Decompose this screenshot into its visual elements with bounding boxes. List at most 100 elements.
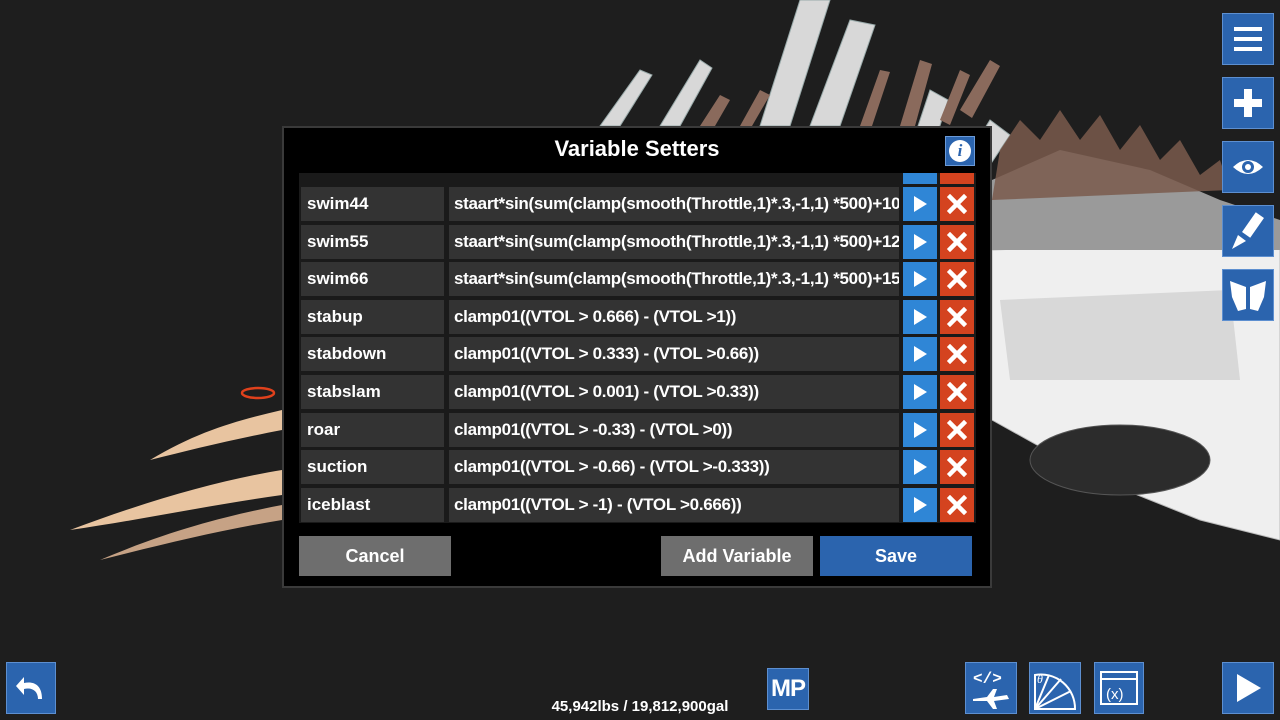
play-button[interactable] [903,224,937,259]
close-icon [947,231,967,252]
variable-name-field[interactable]: suction [301,450,444,485]
play-icon [914,346,927,363]
xml-aircraft-icon: </> [973,670,1009,709]
undo-button[interactable] [6,662,56,714]
paint-button[interactable] [1222,205,1274,257]
variable-name-field[interactable]: stabdown [301,337,444,372]
play-button[interactable] [903,375,937,409]
variable-row: iceblast clamp01((VTOL > -1) - (VTOL >0.6… [299,487,976,522]
eye-icon [1233,160,1263,174]
close-icon [947,457,967,478]
delete-button[interactable] [940,412,974,447]
svg-text:θ: θ [1037,672,1043,686]
delete-button[interactable] [940,224,974,259]
play-button[interactable] [903,487,937,522]
play-button[interactable] [903,299,937,334]
list-item [299,173,976,184]
flight-info-icon: θ [1034,672,1077,710]
play-icon [914,459,927,476]
play-icon [914,421,927,438]
flight-info-button[interactable]: θ [1029,662,1081,714]
delete-button[interactable] [940,173,974,184]
variable-list[interactable]: swim44 staart*sin(sum(clamp(smooth(Thrott… [299,173,976,523]
weight-readout: 45,942lbs / 19,812,900gal [551,698,729,715]
delete-button[interactable] [940,299,974,334]
play-button[interactable] [903,337,937,372]
play-icon [914,308,927,325]
add-variable-button[interactable]: Add Variable [661,536,813,576]
variable-expression-field[interactable]: staart*sin(sum(clamp(smooth(Throttle,1)*… [449,224,899,259]
play-icon [914,496,927,513]
play-button[interactable] [903,262,937,297]
undo-icon [16,677,42,699]
xml-aircraft-button[interactable]: </> [965,662,1017,714]
variable-row: suction clamp01((VTOL > -0.66) - (VTOL >-… [299,450,976,485]
variable-name-field[interactable]: swim66 [301,262,444,297]
save-button[interactable]: Save [820,536,972,576]
variable-name-field[interactable]: stabup [301,299,444,334]
delete-button[interactable] [940,337,974,372]
variable-row: roar clamp01((VTOL > -0.33) - (VTOL >0)) [299,412,976,447]
variable-expression-field[interactable]: clamp01((VTOL > 0.666) - (VTOL >1)) [449,299,899,334]
play-button[interactable] [903,187,937,221]
view-button[interactable] [1222,141,1274,193]
delete-button[interactable] [940,375,974,409]
play-icon [914,271,927,288]
play-button[interactable] [903,450,937,485]
cancel-button[interactable]: Cancel [299,536,451,576]
symmetry-button[interactable] [1222,269,1274,321]
delete-button[interactable] [940,487,974,522]
variable-name-field[interactable]: roar [301,412,444,447]
delete-button[interactable] [940,262,974,297]
dialog-title: Variable Setters [554,136,720,161]
variable-setters-dialog: Variable Setters i swim44 staart*sin(sum(… [282,126,992,588]
play-icon [914,233,927,250]
variable-row: swim66 staart*sin(sum(clamp(smooth(Thrott… [299,262,976,297]
play-icon [914,384,927,400]
variable-name-field[interactable]: swim44 [301,187,444,221]
variable-expression-field[interactable]: clamp01((VTOL > 0.001) - (VTOL >0.33)) [449,375,899,409]
launch-button[interactable] [1222,662,1274,714]
variable-row: swim55 staart*sin(sum(clamp(smooth(Thrott… [299,224,976,259]
menu-button[interactable] [1222,13,1274,65]
play-icon [914,196,927,212]
variable-name-field[interactable]: swim55 [301,224,444,259]
delete-button[interactable] [940,187,974,221]
play-icon [1237,674,1261,702]
variable-expression-field[interactable]: clamp01((VTOL > -0.33) - (VTOL >0)) [449,412,899,447]
info-icon: i [949,140,971,162]
delete-button[interactable] [940,450,974,485]
variables-button[interactable]: (x) [1094,662,1144,714]
close-icon [947,344,967,365]
variable-row: swim44 staart*sin(sum(clamp(smooth(Thrott… [299,187,976,221]
variable-expression-field[interactable]: clamp01((VTOL > -0.66) - (VTOL >-0.333)) [449,450,899,485]
close-icon [947,306,967,327]
svg-text:</>: </> [973,670,1002,688]
variable-row: stabup clamp01((VTOL > 0.666) - (VTOL >1)… [299,299,976,334]
variable-expression-field[interactable]: staart*sin(sum(clamp(smooth(Throttle,1)*… [449,187,899,221]
play-button[interactable] [903,173,937,184]
symmetry-icon [1230,281,1266,311]
mp-label: MP [771,675,806,702]
variable-expression-field[interactable]: staart*sin(sum(clamp(smooth(Throttle,1)*… [449,262,899,297]
variable-expression-field[interactable]: clamp01((VTOL > -1) - (VTOL >0.666)) [449,487,899,522]
variables-icon: (x) [1100,671,1138,705]
close-icon [947,419,967,440]
mp-button[interactable]: MP [767,668,809,710]
svg-text:(x): (x) [1106,686,1124,703]
variable-name-field[interactable]: iceblast [301,487,444,522]
add-part-button[interactable] [1222,77,1274,129]
variable-name-field[interactable]: stabslam [301,375,444,409]
paint-icon [1232,212,1264,249]
close-icon [947,382,967,402]
info-button[interactable]: i [945,136,975,166]
play-button[interactable] [903,412,937,447]
variable-row: stabslam clamp01((VTOL > 0.001) - (VTOL >… [299,375,976,409]
add-icon [1234,89,1262,117]
close-icon [947,194,967,214]
close-icon [947,269,967,290]
close-icon [947,494,967,515]
menu-icon [1234,27,1262,51]
variable-expression-field[interactable]: clamp01((VTOL > 0.333) - (VTOL >0.66)) [449,337,899,372]
variable-row: stabdown clamp01((VTOL > 0.333) - (VTOL >… [299,337,976,372]
